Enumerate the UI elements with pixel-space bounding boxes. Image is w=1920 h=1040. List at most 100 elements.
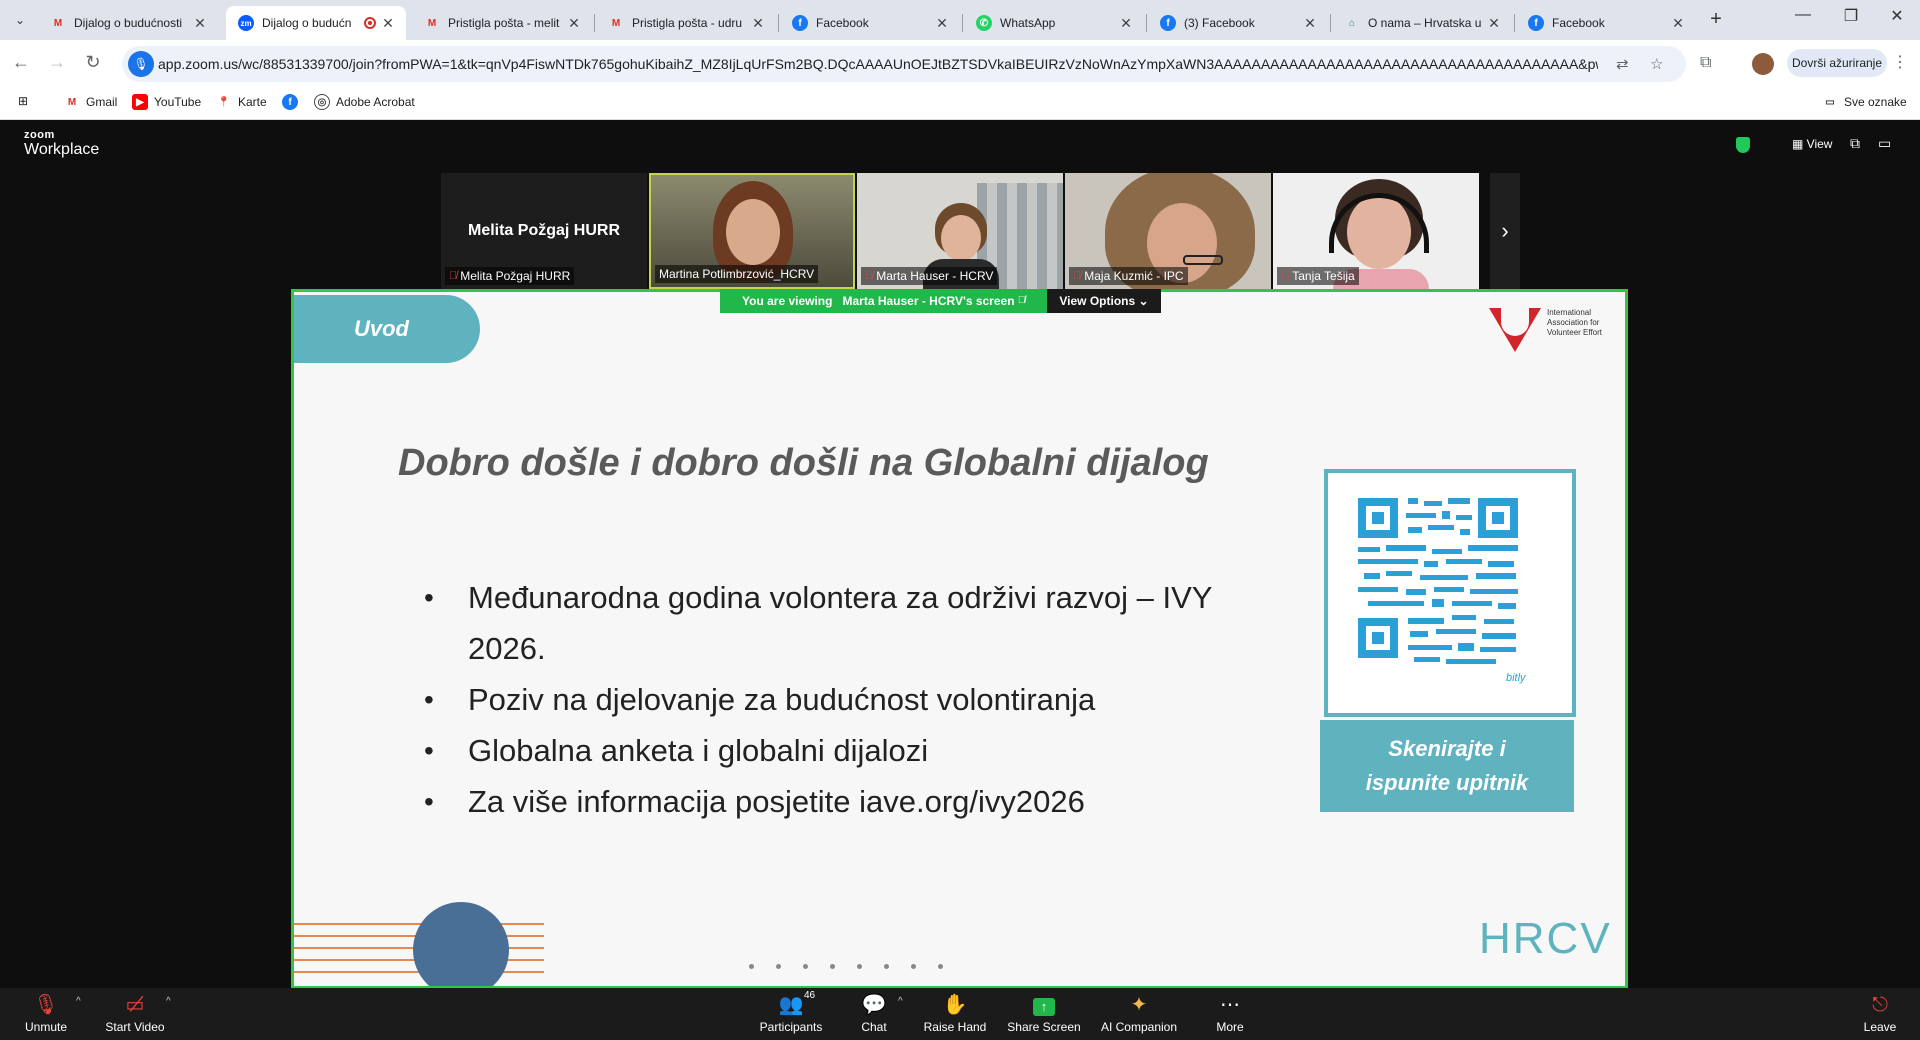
whatsapp-icon: ✆ xyxy=(976,15,992,31)
participant-tile[interactable]: 🎙̸ Maja Kuzmić - IPC xyxy=(1065,173,1271,289)
qr-caption: Skenirajte i ispunite upitnik xyxy=(1320,720,1574,812)
browser-tab[interactable]: ✆ WhatsApp ✕ xyxy=(964,6,1144,40)
close-tab-icon[interactable]: ✕ xyxy=(934,15,950,32)
participant-tile-active[interactable]: Martina Potlimbrzović_HCRV xyxy=(649,173,855,289)
browser-tab[interactable]: f (3) Facebook ✕ xyxy=(1148,6,1328,40)
forward-icon[interactable]: → xyxy=(46,52,68,73)
layout-icon[interactable]: ⧉ xyxy=(1850,135,1860,152)
participants-count: 46 xyxy=(804,990,816,1001)
participant-tile[interactable]: 🎙̸ Marta Hauser - HCRV xyxy=(857,173,1063,289)
close-window-icon[interactable]: ✕ xyxy=(1874,6,1920,26)
mic-muted-icon: 🎙̸ xyxy=(1017,295,1026,306)
mic-muted-icon: 🎙̸ xyxy=(865,270,874,282)
leave-button[interactable]: ⎋ Leave xyxy=(1858,992,1902,1034)
close-tab-icon[interactable]: ✕ xyxy=(1118,15,1134,32)
browser-tab[interactable]: ⌂ O nama – Hrvatska u ✕ xyxy=(1332,6,1512,40)
bookmark-maps[interactable]: 📍 Karte xyxy=(216,94,267,110)
dot xyxy=(938,964,943,969)
shared-screen[interactable]: Uvod International Association for Volun… xyxy=(291,289,1628,989)
update-button[interactable]: Dovrši ažuriranje xyxy=(1787,49,1887,77)
mic-muted-icon: 🎙 xyxy=(33,994,59,1016)
restore-icon[interactable]: ❐ xyxy=(1828,6,1874,26)
microphone-icon[interactable]: 🎙 xyxy=(128,51,154,77)
encryption-shield-icon[interactable] xyxy=(1736,137,1750,153)
grid-icon: ▦ xyxy=(1792,137,1807,151)
participant-face xyxy=(726,199,780,265)
meeting-controls: 🎙 Unmute ^ ▭̸ Start Video ^ 👥 46 Partici… xyxy=(0,988,1920,1040)
raise-hand-button[interactable]: ✋ Raise Hand xyxy=(920,992,990,1034)
folder-icon: ▭ xyxy=(1825,96,1835,108)
close-tab-icon[interactable]: ✕ xyxy=(192,15,208,32)
bookmark-acrobat[interactable]: ◎ Adobe Acrobat xyxy=(314,94,415,110)
ai-companion-button[interactable]: ✦ AI Companion xyxy=(1096,992,1182,1034)
close-tab-icon[interactable]: ✕ xyxy=(1486,15,1502,32)
browser-tab[interactable]: f Facebook ✕ xyxy=(1516,6,1696,40)
view-options-button[interactable]: View Options ⌄ xyxy=(1047,289,1161,313)
bookmark-youtube[interactable]: ▶ YouTube xyxy=(132,94,201,110)
minimize-icon[interactable]: — xyxy=(1780,6,1826,24)
share-screen-icon: ↑ xyxy=(1004,992,1084,1018)
gmail-icon: M xyxy=(53,17,63,29)
hrvatska-icon: ⌂ xyxy=(1348,17,1356,29)
participants-button[interactable]: 👥 46 Participants xyxy=(756,990,826,1034)
fullscreen-icon[interactable]: ▭ xyxy=(1878,135,1891,152)
avatar[interactable] xyxy=(1752,53,1774,75)
extensions-icon[interactable]: ⧉ xyxy=(1700,54,1711,72)
share-screen-button[interactable]: ↑ Share Screen xyxy=(1004,992,1084,1034)
glasses-icon xyxy=(1183,255,1223,265)
reload-icon[interactable]: ↻ xyxy=(82,52,104,73)
dot xyxy=(803,964,808,969)
gmail-icon: M xyxy=(611,17,621,29)
close-tab-icon[interactable]: ✕ xyxy=(750,15,766,32)
bookmark-gmail[interactable]: M Gmail xyxy=(64,94,118,110)
start-video-button[interactable]: ▭̸ Start Video xyxy=(100,992,170,1034)
more-button[interactable]: ⋯ More xyxy=(1206,992,1254,1034)
address-bar[interactable]: 🎙 app.zoom.us/wc/88531339700/join?fromPW… xyxy=(122,46,1686,82)
close-tab-icon[interactable]: ✕ xyxy=(1302,15,1318,32)
facebook-icon: f xyxy=(282,94,298,110)
tab-search-chevron-icon[interactable]: ⌄ xyxy=(8,8,32,32)
close-tab-icon[interactable]: ✕ xyxy=(566,15,582,32)
unmute-button[interactable]: 🎙 Unmute xyxy=(18,992,74,1034)
close-tab-icon[interactable]: ✕ xyxy=(1670,15,1686,32)
chevron-up-icon[interactable]: ^ xyxy=(898,996,903,1007)
list-item: Za više informacija posjetite iave.org/i… xyxy=(424,776,1284,827)
participant-tile[interactable]: 🎙̸ Tanja Tešija xyxy=(1273,173,1479,289)
zoom-logo: zoom Workplace xyxy=(24,129,100,158)
gmail-icon: M xyxy=(67,96,77,108)
close-tab-icon[interactable]: ✕ xyxy=(380,15,396,32)
youtube-icon: ▶ xyxy=(132,94,148,110)
participant-tile[interactable]: Melita Požgaj HURR 🎙̸ Melita Požgaj HURR xyxy=(441,173,647,289)
more-icon: ⋯ xyxy=(1220,994,1240,1016)
bookmark-star-icon[interactable]: ☆ xyxy=(1650,55,1663,73)
maps-icon: 📍 xyxy=(217,96,231,108)
back-icon[interactable]: ← xyxy=(10,52,32,73)
next-page-chevron-icon[interactable]: › xyxy=(1490,173,1520,289)
dot xyxy=(749,964,754,969)
all-bookmarks[interactable]: ▭ Sve oznake xyxy=(1822,94,1906,110)
url-text[interactable]: app.zoom.us/wc/88531339700/join?fromPWA=… xyxy=(158,56,1598,72)
chat-button[interactable]: 💬 Chat xyxy=(854,992,894,1034)
participant-caption: 🎙̸ Marta Hauser - HCRV xyxy=(861,267,998,285)
dot xyxy=(857,964,862,969)
chevron-up-icon[interactable]: ^ xyxy=(76,996,81,1007)
qr-code-graphic: bitly xyxy=(1358,498,1527,684)
viewing-label: You are viewing Marta Hauser - HCRV's sc… xyxy=(720,289,1048,313)
new-tab-icon[interactable]: + xyxy=(1704,8,1728,31)
translate-icon[interactable]: ⇄ xyxy=(1616,55,1629,73)
apps-grid-icon[interactable]: ⊞ xyxy=(18,94,28,108)
iave-logo-cutout xyxy=(1501,308,1529,336)
view-button[interactable]: ▦ View xyxy=(1792,137,1832,151)
bookmark-facebook[interactable]: f xyxy=(282,94,304,110)
hrcv-logo: HRCV xyxy=(1479,914,1612,963)
browser-tab-active[interactable]: zm Dijalog o budućn ✕ xyxy=(226,6,406,40)
qr-code: bitly xyxy=(1324,469,1576,717)
browser-menu-icon[interactable]: ⋮ xyxy=(1892,52,1908,72)
browser-tab[interactable]: M Dijalog o budućnosti ✕ xyxy=(38,6,218,40)
browser-tab[interactable]: f Facebook ✕ xyxy=(780,6,960,40)
chevron-down-icon: ⌄ xyxy=(1138,294,1149,308)
browser-tab[interactable]: M Pristigla pošta - melit ✕ xyxy=(412,6,592,40)
participant-caption: 🎙̸ Maja Kuzmić - IPC xyxy=(1069,267,1188,285)
browser-tab[interactable]: M Pristigla pošta - udru ✕ xyxy=(596,6,776,40)
chevron-up-icon[interactable]: ^ xyxy=(166,996,171,1007)
